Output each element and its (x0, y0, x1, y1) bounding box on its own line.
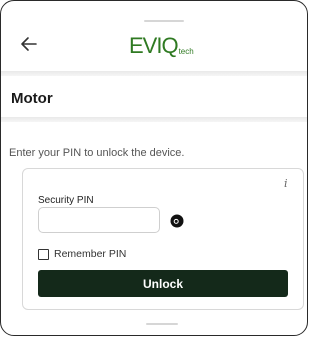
app-header: EVIQ tech (1, 23, 307, 67)
top-notch (144, 20, 184, 22)
remember-pin-toggle[interactable]: Remember PIN (38, 248, 126, 260)
remember-pin-label: Remember PIN (54, 248, 127, 260)
arrow-left-icon[interactable] (18, 33, 40, 55)
brand-logo: EVIQ tech (129, 33, 194, 59)
pin-input[interactable] (38, 207, 160, 233)
eye-icon[interactable] (170, 214, 184, 228)
header-divider (1, 71, 307, 76)
pin-card: i Security PIN Remember PIN Unlock (22, 168, 304, 310)
device-frame: EVIQ tech Motor Enter your PIN to unlock… (0, 0, 308, 336)
instruction-text: Enter your PIN to unlock the device. (9, 147, 185, 159)
unlock-button[interactable]: Unlock (38, 270, 288, 297)
home-indicator (146, 323, 178, 325)
logo-main-text: EVIQ (129, 33, 179, 58)
remember-pin-checkbox[interactable] (38, 248, 49, 260)
info-icon[interactable]: i (284, 177, 288, 190)
title-divider (1, 117, 307, 122)
pin-label: Security PIN (38, 195, 94, 206)
logo-sub-text: tech (178, 47, 194, 56)
page-title: Motor (11, 90, 53, 107)
